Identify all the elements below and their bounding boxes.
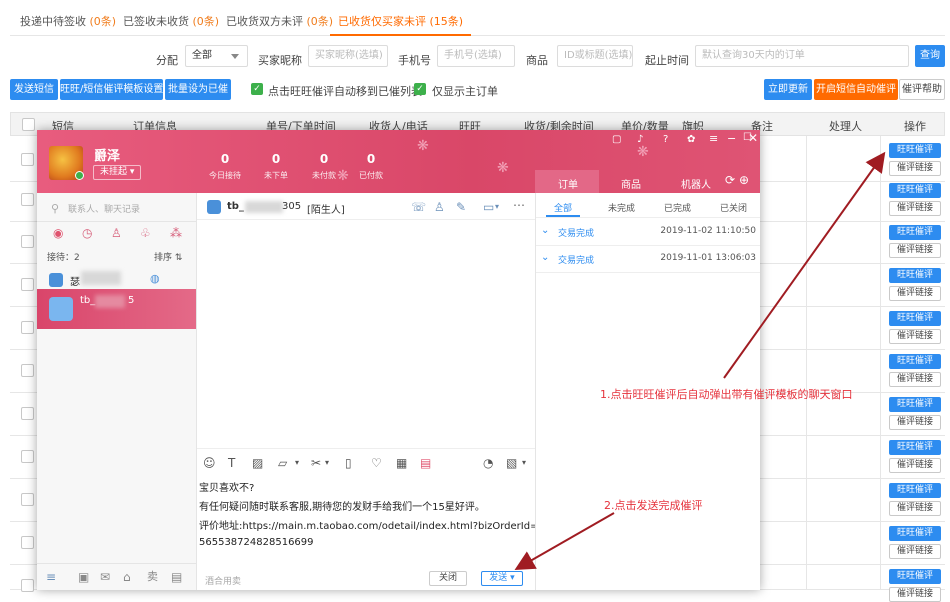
annotation-step1: 1.点击旺旺催评后自动弹出带有催评模板的聊天窗口 [600, 388, 853, 401]
annotation-arrows [514, 151, 886, 570]
arrow-to-wangwang [723, 151, 886, 379]
annotation-step2: 2.点击发送完成催评 [604, 499, 703, 512]
arrow-to-send [514, 512, 615, 570]
